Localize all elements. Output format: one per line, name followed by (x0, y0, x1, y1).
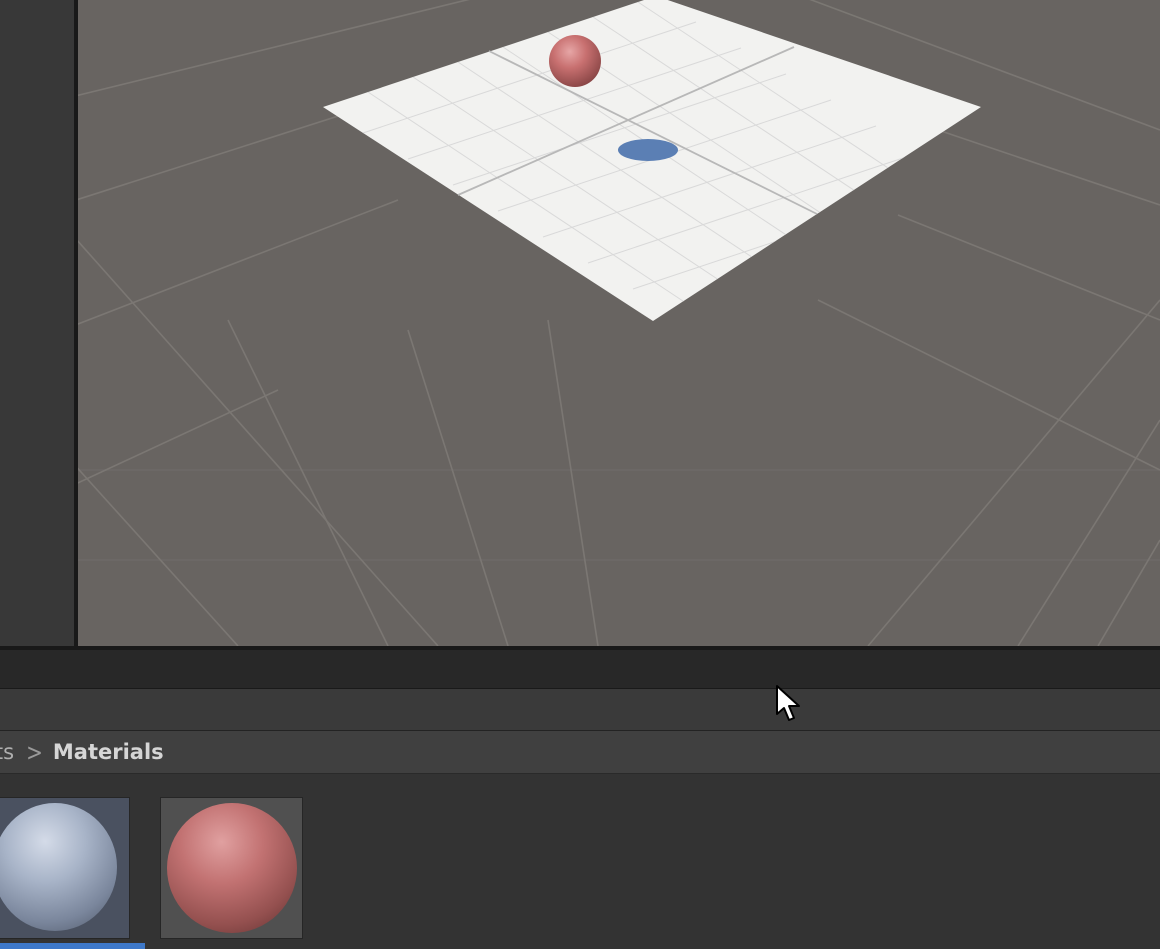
scene-view[interactable] (78, 0, 1160, 646)
unity-editor: ets > Materials (0, 0, 1160, 949)
material-preview-red (167, 803, 297, 933)
project-toolbar (0, 689, 1160, 731)
scene-viewport[interactable] (78, 0, 1160, 646)
material-preview-blue (0, 803, 117, 931)
breadcrumb: ets > Materials (0, 731, 1160, 774)
project-tab-strip[interactable] (0, 650, 1160, 689)
breadcrumb-item-assets[interactable]: ets (0, 740, 14, 764)
breadcrumb-item-materials[interactable]: Materials (53, 740, 164, 764)
sphere-object[interactable] (549, 35, 601, 87)
asset-tile-blue-material[interactable] (0, 797, 130, 939)
selection-highlight (0, 943, 145, 949)
mouse-cursor-icon (776, 685, 800, 721)
asset-grid (0, 774, 1160, 949)
hierarchy-panel[interactable] (0, 0, 74, 648)
asset-tile-red-material[interactable] (160, 797, 303, 939)
sphere-shadow (618, 139, 678, 161)
chevron-right-icon: > (26, 737, 43, 767)
